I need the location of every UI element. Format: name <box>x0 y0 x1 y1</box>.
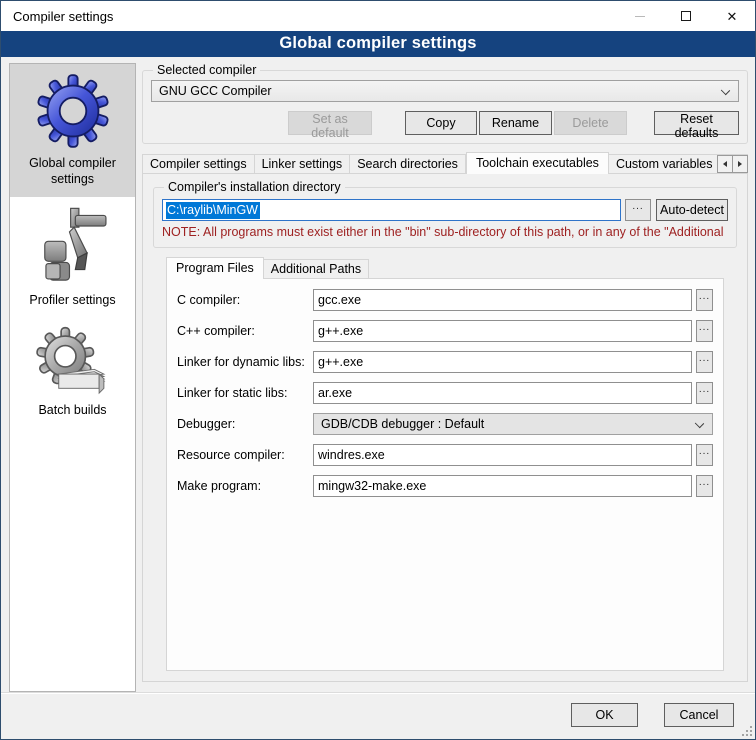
close-button[interactable]: ✕ <box>709 1 755 31</box>
tab-program-files[interactable]: Program Files <box>166 257 264 279</box>
browse-static-linker-button[interactable]: ... <box>696 382 713 404</box>
set-as-default-button: Set as default <box>288 111 372 135</box>
delete-button: Delete <box>554 111 627 135</box>
compiler-tabs: Compiler settingsLinker settingsSearch d… <box>142 152 748 174</box>
browse-make-program-button[interactable]: ... <box>696 475 713 497</box>
program-tabs: Program FilesAdditional Paths <box>166 257 739 279</box>
selected-compiler-group-label: Selected compiler <box>153 63 260 77</box>
installation-directory-group-label: Compiler's installation directory <box>164 180 345 194</box>
compiler-select[interactable]: GNU GCC Compiler <box>151 80 739 102</box>
sidebar-item-label: Global compiler settings <box>29 156 116 186</box>
browse-dynamic-linker-button[interactable]: ... <box>696 351 713 373</box>
chevron-down-icon <box>721 86 730 95</box>
field-row-dynamic-linker: Linker for dynamic libs: ... <box>177 351 713 373</box>
tab-compiler-settings[interactable]: Compiler settings <box>142 154 255 174</box>
titlebar: Compiler settings ✕ <box>1 1 755 31</box>
cpp-compiler-input[interactable] <box>313 320 692 342</box>
arrow-right-icon <box>738 161 742 167</box>
page-title: Global compiler settings <box>1 31 755 57</box>
field-label: C compiler: <box>177 293 313 307</box>
browse-cpp-compiler-button[interactable]: ... <box>696 320 713 342</box>
static-linker-input[interactable] <box>313 382 692 404</box>
blue-gear-icon <box>36 73 110 149</box>
field-label: Resource compiler: <box>177 448 313 462</box>
field-row-cpp-compiler: C++ compiler: ... <box>177 320 713 342</box>
compiler-select-value: GNU GCC Compiler <box>159 84 272 98</box>
sidebar-item-global-compiler-settings[interactable]: Global compiler settings <box>10 64 135 197</box>
installation-directory-group: Compiler's installation directory C:\ray… <box>153 180 737 248</box>
settings-category-list: Global compiler settings <box>9 63 136 692</box>
auto-detect-button[interactable]: Auto-detect <box>656 199 728 221</box>
compiler-settings-dialog: Compiler settings ✕ Global compiler sett… <box>0 0 756 740</box>
debugger-select[interactable]: GDB/CDB debugger : Default <box>313 413 713 435</box>
window-title: Compiler settings <box>1 9 617 24</box>
sidebar-item-profiler-settings[interactable]: Profiler settings <box>10 197 135 317</box>
caliper-icon <box>35 206 111 286</box>
minimize-button <box>617 1 663 31</box>
field-row-resource-compiler: Resource compiler: ... <box>177 444 713 466</box>
cancel-button[interactable]: Cancel <box>664 703 734 727</box>
sidebar-item-batch-builds[interactable]: Batch builds <box>10 317 135 427</box>
tab-custom-variables[interactable]: Custom variables <box>609 154 721 174</box>
maximize-icon <box>681 11 691 21</box>
resize-grip-icon[interactable] <box>740 724 752 736</box>
tab-additional-paths[interactable]: Additional Paths <box>264 259 369 279</box>
tab-search-directories[interactable]: Search directories <box>350 154 466 174</box>
tab-scroll-left-button[interactable] <box>717 155 733 173</box>
make-program-input[interactable] <box>313 475 692 497</box>
gray-gear-stack-icon <box>35 326 111 396</box>
field-row-c-compiler: C compiler: ... <box>177 289 713 311</box>
program-files-page: C compiler: ... C++ compiler: ... Linker… <box>166 278 724 671</box>
sidebar-item-label: Profiler settings <box>29 293 115 307</box>
sidebar-item-label: Batch builds <box>38 403 106 417</box>
close-icon: ✕ <box>727 10 738 23</box>
tab-linker-settings[interactable]: Linker settings <box>255 154 351 174</box>
copy-button[interactable]: Copy <box>405 111 477 135</box>
reset-defaults-button[interactable]: Reset defaults <box>654 111 739 135</box>
arrow-left-icon <box>723 161 727 167</box>
toolchain-executables-page: Compiler's installation directory C:\ray… <box>142 173 748 682</box>
rename-button[interactable]: Rename <box>479 111 552 135</box>
field-label: Linker for dynamic libs: <box>177 355 313 369</box>
installation-directory-input[interactable]: C:\raylib\MinGW <box>162 199 621 221</box>
chevron-down-icon <box>695 419 704 428</box>
dynamic-linker-input[interactable] <box>313 351 692 373</box>
field-row-debugger: Debugger: GDB/CDB debugger : Default <box>177 413 713 435</box>
field-label: C++ compiler: <box>177 324 313 338</box>
selected-compiler-group: Selected compiler GNU GCC Compiler Set a… <box>142 63 748 144</box>
resource-compiler-input[interactable] <box>313 444 692 466</box>
field-label: Make program: <box>177 479 313 493</box>
tab-scroll-right-button[interactable] <box>732 155 748 173</box>
field-label: Linker for static libs: <box>177 386 313 400</box>
field-row-make-program: Make program: ... <box>177 475 713 497</box>
ok-button[interactable]: OK <box>571 703 638 727</box>
debugger-select-value: GDB/CDB debugger : Default <box>321 417 484 431</box>
field-label: Debugger: <box>177 417 313 431</box>
note-text: NOTE: All programs must exist either in … <box>162 225 728 239</box>
browse-c-compiler-button[interactable]: ... <box>696 289 713 311</box>
field-row-static-linker: Linker for static libs: ... <box>177 382 713 404</box>
c-compiler-input[interactable] <box>313 289 692 311</box>
tab-toolchain-executables[interactable]: Toolchain executables <box>466 152 609 174</box>
browse-resource-compiler-button[interactable]: ... <box>696 444 713 466</box>
minimize-icon <box>635 16 645 17</box>
installation-directory-value: C:\raylib\MinGW <box>166 202 260 219</box>
dialog-footer: OK Cancel <box>1 692 755 739</box>
maximize-button[interactable] <box>663 1 709 31</box>
browse-directory-button[interactable]: ... <box>625 199 651 221</box>
